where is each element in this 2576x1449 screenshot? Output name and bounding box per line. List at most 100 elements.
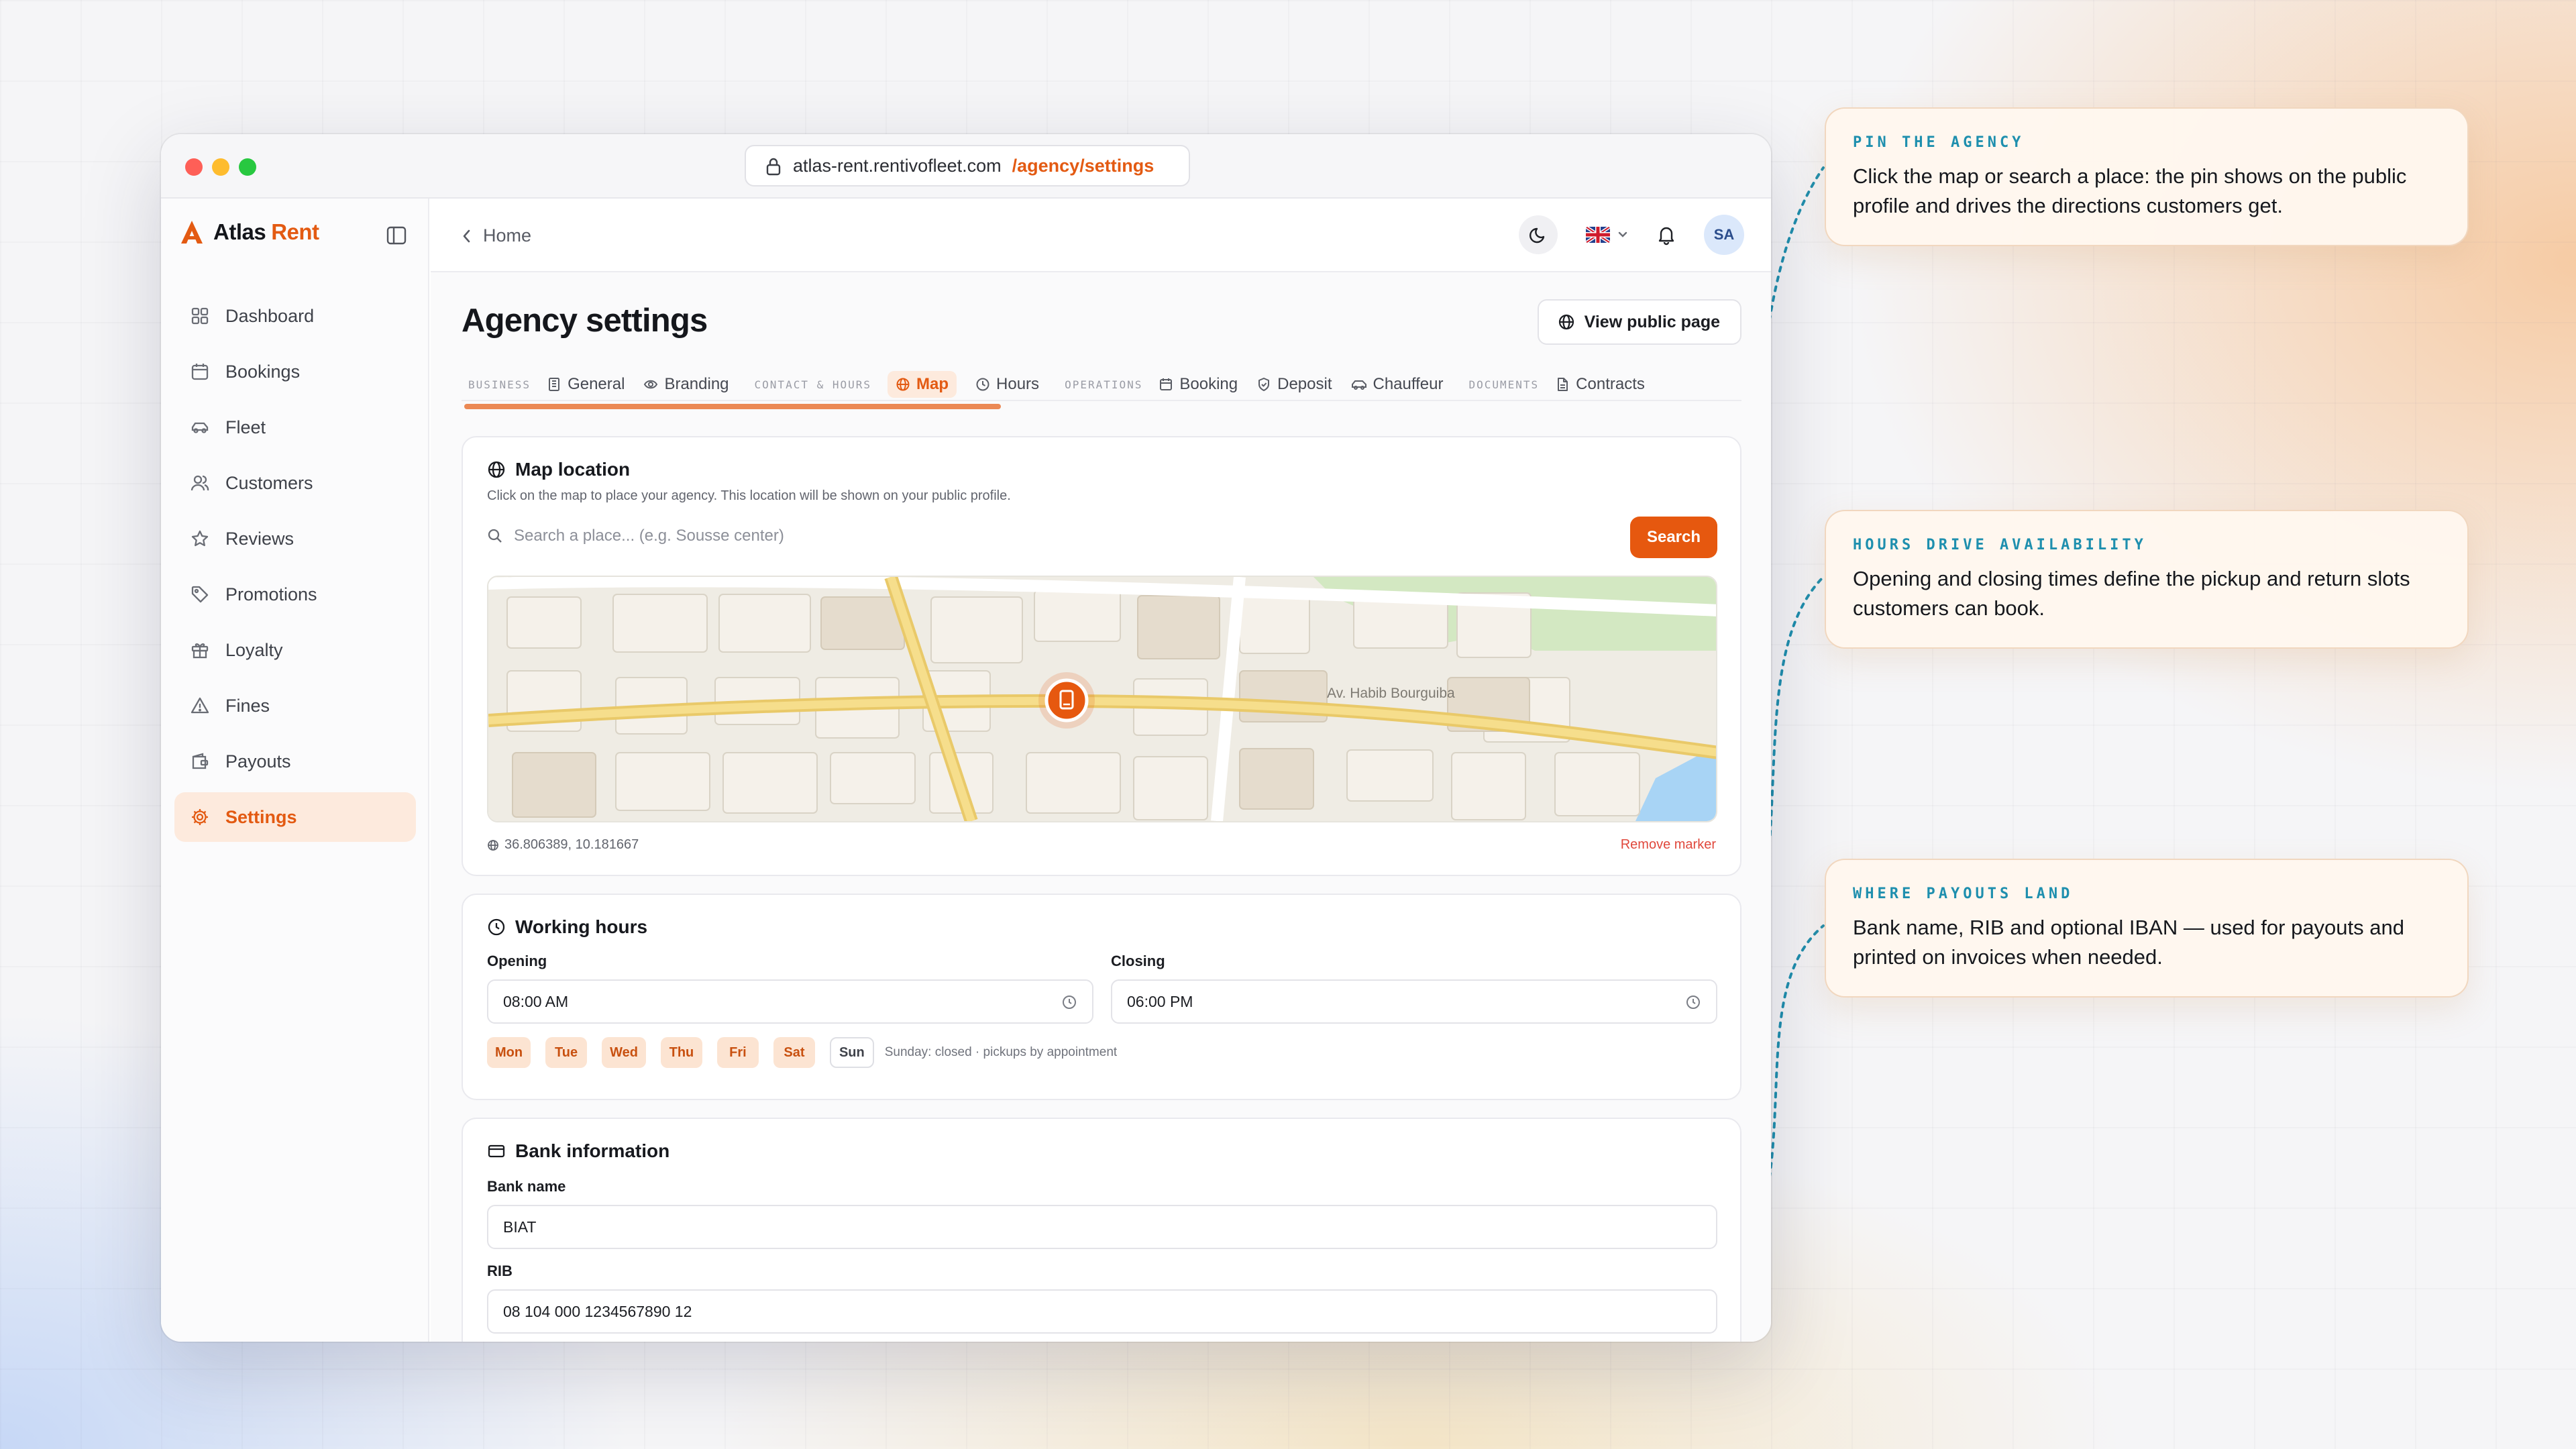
tab-map[interactable]: Map bbox=[888, 371, 957, 398]
sidebar-collapse-icon[interactable] bbox=[386, 225, 407, 246]
tab-group-operations: OPERATIONS bbox=[1065, 378, 1143, 391]
tab-label: Branding bbox=[664, 375, 729, 393]
tab-general[interactable]: General bbox=[547, 371, 625, 398]
brand-logo[interactable]: Atlas Rent bbox=[178, 219, 319, 246]
theme-toggle-button[interactable] bbox=[1519, 215, 1558, 254]
callout-pin-agency: PIN THE AGENCY Click the map or search a… bbox=[1825, 107, 2469, 246]
day-toggle-sun[interactable]: Sun bbox=[829, 1037, 874, 1068]
tab-label: Deposit bbox=[1277, 375, 1332, 393]
user-avatar[interactable]: SA bbox=[1704, 215, 1744, 255]
map-location-card: Map location Click on the map to place y… bbox=[462, 436, 1741, 876]
sidebar-item-label: Promotions bbox=[225, 584, 317, 604]
breadcrumb-home[interactable]: Home bbox=[483, 225, 531, 246]
tab-chauffeur[interactable]: Chauffeur bbox=[1351, 371, 1444, 398]
place-search-input[interactable]: Search a place... (e.g. Sousse center) bbox=[487, 517, 1646, 555]
eye-icon bbox=[644, 380, 658, 389]
working-hours-card: Working hours Opening 08:00 AM Closing 0… bbox=[462, 894, 1741, 1100]
url-path: /agency/settings bbox=[1012, 155, 1155, 176]
sidebar-item-dashboard[interactable]: Dashboard bbox=[174, 291, 416, 341]
tab-label: Hours bbox=[996, 375, 1040, 393]
moon-icon bbox=[1529, 227, 1545, 244]
day-toggle-wed[interactable]: Wed bbox=[602, 1037, 646, 1068]
calendar-icon bbox=[191, 364, 209, 380]
tab-label: Map bbox=[916, 375, 949, 393]
view-public-page-button[interactable]: View public page bbox=[1537, 299, 1741, 345]
bank-name-input[interactable]: BIAT bbox=[487, 1205, 1717, 1249]
closing-time-input[interactable]: 06:00 PM bbox=[1111, 979, 1717, 1024]
minimize-window-button[interactable] bbox=[212, 158, 229, 176]
sidebar-item-promotions[interactable]: Promotions bbox=[174, 570, 416, 619]
rib-input[interactable]: 08 104 000 1234567890 12 bbox=[487, 1289, 1717, 1334]
view-public-page-label: View public page bbox=[1584, 312, 1720, 331]
day-toggle-mon[interactable]: Mon bbox=[487, 1037, 531, 1068]
sidebar-item-customers[interactable]: Customers bbox=[174, 458, 416, 508]
tab-branding[interactable]: Branding bbox=[643, 371, 729, 398]
callout-hours-availability: HOURS DRIVE AVAILABILITY Opening and clo… bbox=[1825, 510, 2469, 649]
gift-icon bbox=[191, 643, 209, 659]
coordinates-readout: 36.806389, 10.181667 bbox=[487, 837, 639, 853]
search-placeholder: Search a place... (e.g. Sousse center) bbox=[514, 527, 784, 545]
close-window-button[interactable] bbox=[185, 158, 203, 176]
tabs-scroll-indicator bbox=[464, 404, 1001, 409]
map-street-label: Av. Habib Bourguiba bbox=[1327, 686, 1455, 701]
working-hours-title: Working hours bbox=[487, 916, 647, 938]
uk-flag-icon bbox=[1586, 227, 1610, 243]
sidebar-item-label: Bookings bbox=[225, 361, 301, 382]
car-icon bbox=[1351, 380, 1366, 390]
settings-content: Agency settings View public page BUSINES… bbox=[431, 272, 1771, 1342]
tab-deposit[interactable]: Deposit bbox=[1256, 371, 1332, 398]
breadcrumb[interactable]: Home bbox=[462, 225, 531, 246]
notifications-bell-icon[interactable] bbox=[1656, 224, 1677, 246]
sidebar-item-label: Dashboard bbox=[225, 305, 315, 326]
sidebar-item-label: Loyalty bbox=[225, 639, 283, 660]
callout-payouts: WHERE PAYOUTS LAND Bank name, RIB and op… bbox=[1825, 859, 2469, 998]
top-actions: SA bbox=[1519, 215, 1744, 255]
shield-icon bbox=[1258, 378, 1270, 391]
rib-label: RIB bbox=[487, 1263, 513, 1279]
language-selector[interactable] bbox=[1586, 227, 1629, 243]
agency-location-map[interactable]: Av. Habib Bourguiba bbox=[487, 576, 1717, 822]
callout-text: Bank name, RIB and optional IBAN — used … bbox=[1853, 916, 2404, 969]
tab-contracts[interactable]: Contracts bbox=[1555, 371, 1645, 398]
globe-icon bbox=[896, 378, 910, 391]
sidebar-item-bookings[interactable]: Bookings bbox=[174, 347, 416, 396]
bank-information-title: Bank information bbox=[487, 1140, 669, 1162]
hours-note: Sunday: closed · pickups by appointment bbox=[884, 1045, 1118, 1059]
globe-icon bbox=[488, 461, 505, 478]
top-bar: Home SA bbox=[431, 199, 1771, 272]
tab-booking[interactable]: Booking bbox=[1159, 371, 1238, 398]
sidebar-item-fines[interactable]: Fines bbox=[174, 681, 416, 731]
url-host: atlas-rent.rentivofleet.com bbox=[793, 155, 1002, 176]
globe-icon bbox=[1558, 314, 1574, 330]
sidebar-item-fleet[interactable]: Fleet bbox=[174, 402, 416, 452]
sidebar-item-loyalty[interactable]: Loyalty bbox=[174, 625, 416, 675]
search-icon bbox=[488, 529, 502, 543]
building-icon bbox=[549, 378, 560, 391]
day-toggle-thu[interactable]: Thu bbox=[660, 1037, 702, 1068]
tab-hours[interactable]: Hours bbox=[975, 371, 1039, 398]
tag-icon bbox=[191, 586, 209, 603]
sidebar-item-label: Reviews bbox=[225, 528, 294, 549]
sidebar-item-label: Customers bbox=[225, 472, 313, 493]
day-toggle-sat[interactable]: Sat bbox=[773, 1037, 815, 1068]
sidebar-item-payouts[interactable]: Payouts bbox=[174, 737, 416, 786]
remove-marker-link[interactable]: Remove marker bbox=[1621, 837, 1716, 853]
tab-group-documents: DOCUMENTS bbox=[1468, 378, 1540, 391]
browser-window: atlas-rent.rentivofleet.com /agency/sett… bbox=[161, 134, 1771, 1342]
opening-time-input[interactable]: 08:00 AM bbox=[487, 979, 1093, 1024]
gear-icon bbox=[192, 809, 208, 825]
day-toggle-tue[interactable]: Tue bbox=[545, 1037, 588, 1068]
search-button[interactable]: Search bbox=[1630, 517, 1717, 558]
maximize-window-button[interactable] bbox=[239, 158, 256, 176]
sidebar-item-settings[interactable]: Settings bbox=[174, 792, 416, 842]
clock-icon bbox=[1686, 996, 1700, 1009]
address-bar[interactable]: atlas-rent.rentivofleet.com /agency/sett… bbox=[745, 145, 1190, 186]
sidebar-item-reviews[interactable]: Reviews bbox=[174, 514, 416, 564]
callout-kicker: WHERE PAYOUTS LAND bbox=[1853, 885, 2074, 902]
map-location-pin[interactable] bbox=[1038, 672, 1095, 729]
settings-tabs: BUSINESS General Branding CONTACT & HOUR… bbox=[462, 369, 1741, 401]
tab-label: Chauffeur bbox=[1373, 375, 1444, 393]
day-toggle-fri[interactable]: Fri bbox=[716, 1037, 759, 1068]
chevron-down-icon bbox=[1618, 231, 1627, 237]
chevron-left-icon bbox=[463, 229, 470, 242]
